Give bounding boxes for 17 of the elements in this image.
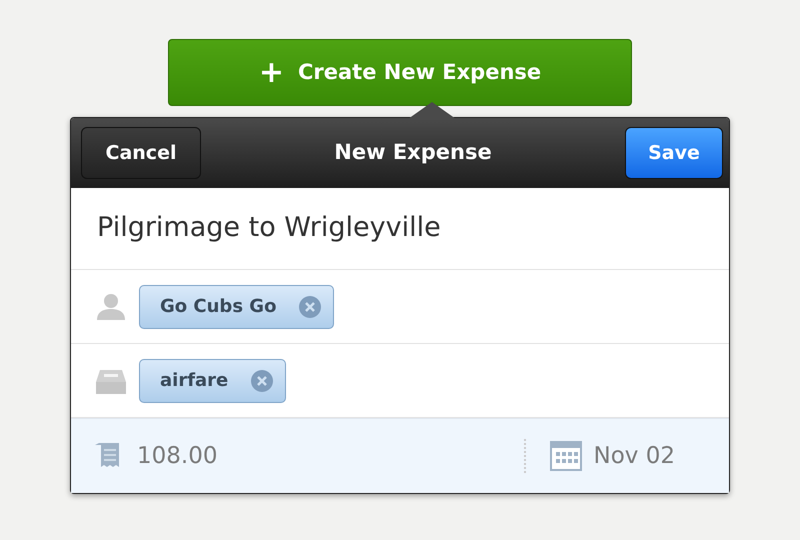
plus-icon: + [258, 58, 284, 88]
calendar-icon [550, 441, 582, 471]
popover-title: New Expense [334, 139, 492, 166]
person-icon [95, 292, 127, 322]
remove-icon[interactable] [250, 368, 274, 392]
tag-label: Go Cubs Go [160, 295, 276, 319]
tag-label: airfare [160, 369, 228, 393]
tag-chip[interactable]: Go Cubs Go [139, 284, 334, 328]
remove-icon[interactable] [298, 294, 322, 318]
date-value[interactable]: Nov 02 [594, 438, 675, 474]
tag-chip[interactable]: airfare [139, 358, 286, 402]
save-button[interactable]: Save [624, 127, 723, 179]
expense-title[interactable]: Pilgrimage to Wrigleyville [97, 208, 441, 249]
popover-arrow [408, 102, 456, 119]
create-expense-button[interactable]: + Create New Expense [168, 39, 632, 106]
cancel-button[interactable]: Cancel [81, 127, 201, 179]
amount-value[interactable]: 108.00 [137, 438, 218, 474]
